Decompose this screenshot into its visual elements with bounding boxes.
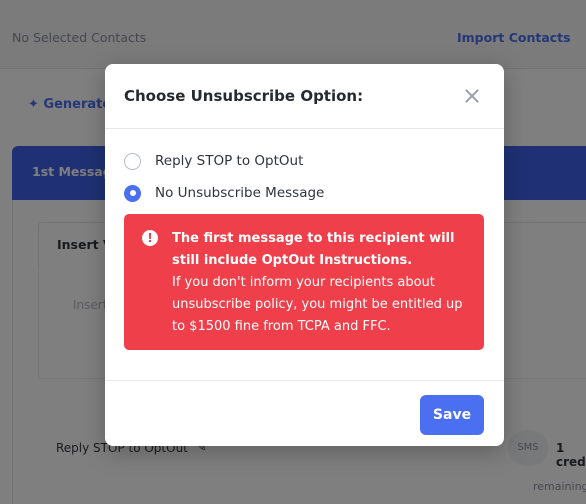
- alert-title: The first message to this recipient will…: [172, 231, 455, 268]
- alert-text: If you don't inform your recipients abou…: [172, 275, 463, 334]
- option-label: No Unsubscribe Message: [155, 185, 325, 201]
- option-label: Reply STOP to OptOut: [155, 153, 304, 169]
- option-reply-stop[interactable]: Reply STOP to OptOut: [124, 150, 303, 172]
- alert-body: The first message to this recipient will…: [172, 228, 472, 338]
- save-button[interactable]: Save: [420, 395, 484, 435]
- close-icon[interactable]: [460, 84, 484, 108]
- exclamation-icon: !: [142, 230, 158, 246]
- modal-header: Choose Unsubscribe Option:: [105, 64, 504, 129]
- modal-title: Choose Unsubscribe Option:: [124, 87, 364, 105]
- modal-footer: Save: [105, 380, 504, 446]
- option-no-unsubscribe[interactable]: No Unsubscribe Message: [124, 182, 324, 204]
- radio-button-checked[interactable]: [124, 184, 141, 202]
- unsubscribe-option-modal: Choose Unsubscribe Option: Reply STOP to…: [105, 64, 504, 446]
- radio-button-unchecked[interactable]: [124, 152, 141, 170]
- warning-alert: ! The first message to this recipient wi…: [124, 214, 484, 350]
